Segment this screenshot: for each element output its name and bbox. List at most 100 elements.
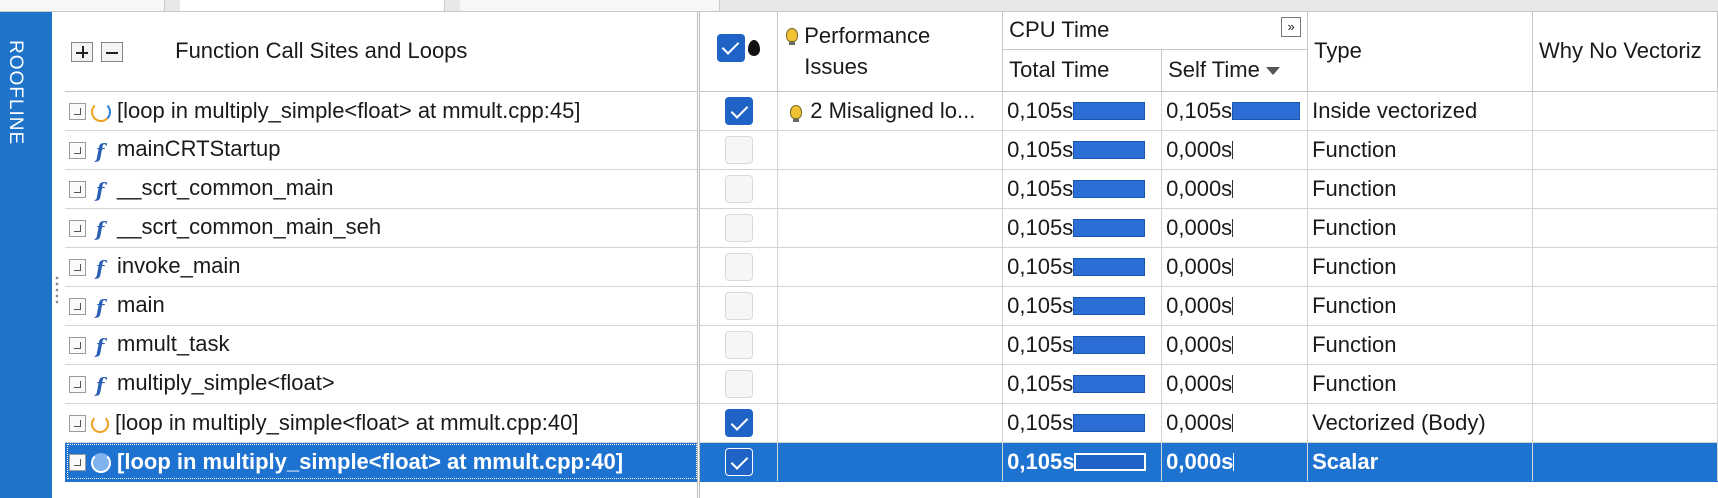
function-cell[interactable]: [loop in multiply_simple<float> at mmult…	[65, 91, 701, 131]
navigate-icon[interactable]	[69, 337, 86, 355]
type-value: Scalar	[1312, 448, 1379, 474]
issues-cell[interactable]	[777, 208, 1004, 248]
lightbulb-icon	[786, 28, 799, 46]
row-checkbox[interactable]	[724, 213, 753, 242]
header-type[interactable]: Type	[1307, 12, 1533, 92]
self-time-value: 0,000s	[1166, 176, 1233, 202]
function-cell[interactable]: f __scrt_common_main_seh	[65, 208, 701, 248]
splitter-grip[interactable]	[55, 275, 59, 305]
issues-cell[interactable]: 2 Misaligned lo...	[777, 91, 1004, 131]
tab-2[interactable]	[180, 0, 445, 11]
table-row[interactable]: f mainCRTStartup 0,105s 0,000s Function	[65, 130, 1718, 170]
empty-cell	[778, 481, 1003, 498]
header-why-no-vectorization[interactable]: Why No Vectoriz	[1532, 12, 1718, 92]
why-cell	[1532, 91, 1718, 131]
function-cell[interactable]: f mainCRTStartup	[65, 130, 701, 170]
row-checkbox[interactable]	[724, 369, 753, 398]
function-cell[interactable]: f mmult_task	[65, 325, 701, 365]
type-value: Function	[1312, 370, 1397, 396]
roofline-sidebar[interactable]: ROOFLINE	[0, 12, 52, 498]
header-select-all[interactable]	[698, 12, 779, 92]
navigate-icon[interactable]	[69, 259, 86, 277]
expand-all-button[interactable]	[71, 42, 93, 63]
function-cell[interactable]: f multiply_simple<float>	[65, 364, 701, 404]
issues-cell[interactable]	[777, 247, 1004, 287]
select-cell[interactable]	[698, 247, 779, 287]
total-time-cell: 0,105s	[1002, 169, 1163, 209]
function-cell[interactable]: [loop in multiply_simple<float> at mmult…	[65, 442, 701, 482]
function-icon: f	[95, 372, 105, 397]
table-row[interactable]: f mmult_task 0,105s 0,000s Function	[65, 325, 1718, 365]
collapse-all-button[interactable]	[101, 42, 123, 63]
tab-1[interactable]	[0, 0, 165, 11]
select-cell[interactable]	[698, 169, 779, 209]
table-row[interactable]: f invoke_main 0,105s 0,000s Function	[65, 247, 1718, 287]
row-checkbox[interactable]	[724, 330, 753, 359]
header-total-time[interactable]: Total Time	[1002, 49, 1163, 92]
issues-cell[interactable]	[777, 130, 1004, 170]
select-cell[interactable]	[698, 286, 779, 326]
empty-row	[65, 481, 1718, 498]
select-cell[interactable]	[698, 364, 779, 404]
navigate-icon[interactable]	[69, 415, 86, 433]
total-time-value: 0,105s	[1007, 137, 1074, 163]
issues-cell[interactable]	[777, 364, 1004, 404]
select-cell[interactable]	[698, 208, 779, 248]
function-cell[interactable]: f __scrt_common_main	[65, 169, 701, 209]
why-cell	[1532, 403, 1718, 443]
expand-columns-icon[interactable]: »	[1281, 17, 1302, 37]
header-self-time[interactable]: Self Time	[1161, 49, 1309, 92]
issues-cell[interactable]	[777, 169, 1004, 209]
header-why-label: Why No Vectoriz	[1538, 38, 1702, 64]
self-time-bar	[1232, 258, 1234, 277]
navigate-icon[interactable]	[69, 103, 86, 121]
function-cell[interactable]: f invoke_main	[65, 247, 701, 287]
select-cell[interactable]	[698, 91, 779, 131]
table-row[interactable]: f __scrt_common_main 0,105s 0,000s Function	[65, 169, 1718, 209]
total-time-bar	[1073, 375, 1146, 394]
self-time-cell: 0,000s	[1161, 442, 1309, 482]
select-cell[interactable]	[698, 442, 779, 482]
issues-cell[interactable]	[777, 442, 1004, 482]
navigate-icon[interactable]	[69, 454, 86, 472]
type-value: Vectorized (Body)	[1312, 409, 1486, 435]
navigate-icon[interactable]	[69, 298, 86, 316]
issues-cell[interactable]	[777, 403, 1004, 443]
table-row[interactable]: [loop in multiply_simple<float> at mmult…	[65, 91, 1718, 131]
navigate-icon[interactable]	[69, 220, 86, 238]
function-cell[interactable]: [loop in multiply_simple<float> at mmult…	[65, 403, 701, 443]
table-row[interactable]: [loop in multiply_simple<float> at mmult…	[65, 442, 1718, 482]
function-icon: f	[95, 177, 105, 202]
total-time-cell: 0,105s	[1002, 325, 1163, 365]
select-cell[interactable]	[698, 130, 779, 170]
header-performance-issues[interactable]: Performance Issues	[777, 12, 1004, 92]
function-cell[interactable]: f main	[65, 286, 701, 326]
select-cell[interactable]	[698, 325, 779, 365]
function-icon: f	[95, 255, 105, 280]
type-value: Function	[1312, 136, 1397, 162]
navigate-icon[interactable]	[69, 376, 86, 394]
row-checkbox[interactable]	[724, 174, 753, 203]
issues-cell[interactable]	[777, 325, 1004, 365]
row-checkbox[interactable]	[724, 447, 753, 476]
row-checkbox[interactable]	[724, 252, 753, 281]
navigate-icon[interactable]	[69, 181, 86, 199]
type-cell: Vectorized (Body)	[1307, 403, 1533, 443]
select-cell[interactable]	[698, 403, 779, 443]
navigate-icon[interactable]	[69, 142, 86, 160]
tab-3[interactable]	[460, 0, 720, 11]
table-row[interactable]: [loop in multiply_simple<float> at mmult…	[65, 403, 1718, 443]
table-row[interactable]: f main 0,105s 0,000s Function	[65, 286, 1718, 326]
header-function[interactable]: Function Call Sites and Loops	[65, 12, 701, 92]
type-value: Inside vectorized	[1312, 97, 1478, 123]
self-time-bar	[1232, 336, 1234, 355]
table-row[interactable]: f multiply_simple<float> 0,105s 0,000s Funct…	[65, 364, 1718, 404]
row-checkbox[interactable]	[724, 96, 753, 125]
select-all-checkbox[interactable]	[717, 34, 746, 63]
header-cpu-time[interactable]: CPU Time »	[1002, 12, 1309, 50]
row-checkbox[interactable]	[724, 408, 753, 437]
row-checkbox[interactable]	[724, 135, 753, 164]
issues-cell[interactable]	[777, 286, 1004, 326]
row-checkbox[interactable]	[724, 291, 753, 320]
table-row[interactable]: f __scrt_common_main_seh 0,105s 0,000s Funct…	[65, 208, 1718, 248]
